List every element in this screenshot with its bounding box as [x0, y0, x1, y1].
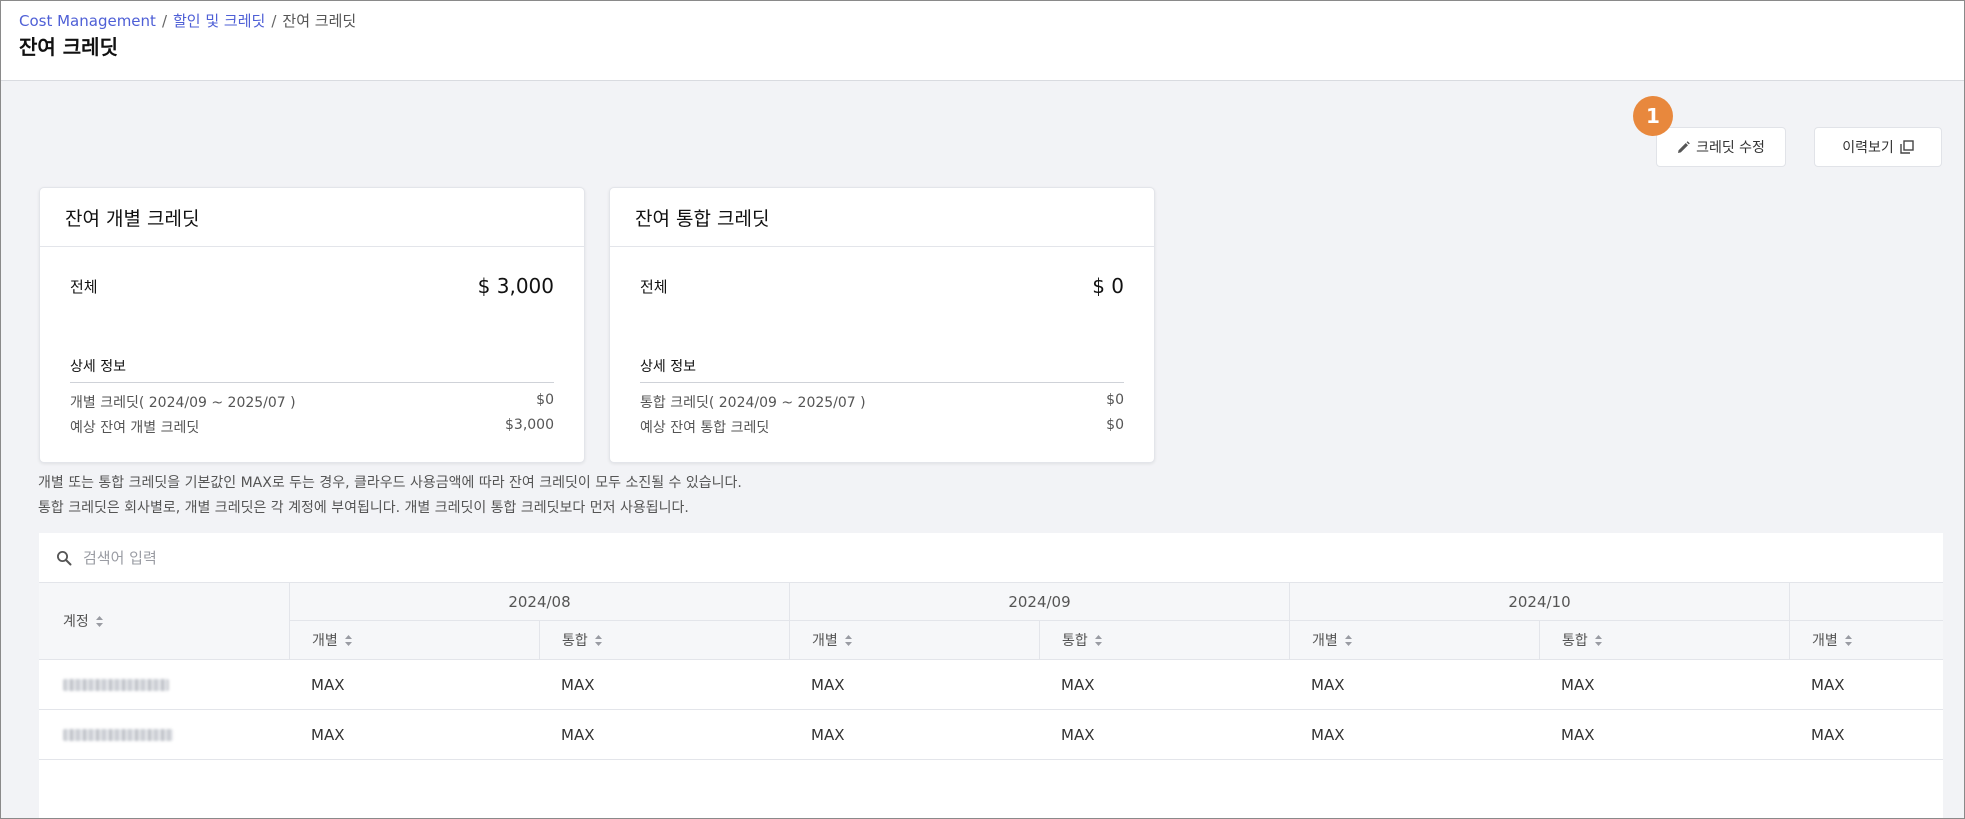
credit-table-panel: 계정 2024/08 2024/09 2024/10 개별 통합 개별 — [39, 533, 1943, 818]
detail-row: 예상 잔여 개별 크레딧 $3,000 — [70, 417, 554, 437]
account-column-header[interactable]: 계정 — [39, 583, 289, 660]
total-label: 전체 — [640, 277, 668, 296]
detail-row: 통합 크레딧( 2024/09 ~ 2025/07 ) $0 — [640, 392, 1124, 412]
credit-cell[interactable]: MAX — [1811, 710, 1844, 760]
total-value: $ 0 — [1092, 274, 1124, 298]
sub-header-individual[interactable]: 개별 — [789, 621, 1039, 660]
breadcrumb-separator: / — [161, 12, 167, 30]
table-row[interactable]: MAX MAX MAX MAX MAX MAX MAX — [39, 710, 1943, 760]
search-icon — [57, 550, 72, 565]
detail-value: $0 — [536, 392, 554, 408]
detail-row: 예상 잔여 통합 크레딧 $0 — [640, 417, 1124, 437]
sub-header-label: 통합 — [1062, 633, 1088, 649]
sub-header-individual[interactable]: 개별 — [1289, 621, 1539, 660]
detail-value: $0 — [1106, 417, 1124, 433]
detail-label: 통합 크레딧( 2024/09 ~ 2025/07 ) — [640, 395, 866, 411]
individual-credit-card: 잔여 개별 크레딧 전체 $ 3,000 상세 정보 개별 크레딧( 2024/… — [39, 187, 585, 463]
total-value: $ 3,000 — [477, 274, 554, 298]
credit-notes: 개별 또는 통합 크레딧을 기본값인 MAX로 두는 경우, 클라우드 사용금액… — [38, 471, 742, 521]
total-row: 전체 $ 3,000 — [70, 274, 554, 298]
copy-window-icon — [1900, 140, 1914, 154]
total-label: 전체 — [70, 277, 98, 296]
detail-title: 상세 정보 — [640, 356, 1124, 383]
history-button[interactable]: 이력보기 — [1814, 127, 1942, 167]
sort-icon — [1844, 634, 1852, 646]
sub-header-integrated[interactable]: 통합 — [1539, 621, 1789, 660]
credit-cell[interactable]: MAX — [311, 710, 344, 760]
note-line: 개별 또는 통합 크레딧을 기본값인 MAX로 두는 경우, 클라우드 사용금액… — [38, 475, 742, 491]
note-line: 통합 크레딧은 회사별로, 개별 크레딧은 각 계정에 부여됩니다. 개별 크레… — [38, 500, 689, 516]
month-header: 2024/09 — [789, 583, 1289, 621]
sub-header-label: 개별 — [812, 633, 838, 649]
credit-cell[interactable]: MAX — [311, 660, 344, 710]
search-bar — [39, 533, 1943, 583]
search-input[interactable] — [83, 548, 483, 567]
sort-icon — [95, 615, 103, 627]
credit-cell[interactable]: MAX — [1561, 710, 1594, 760]
detail-label: 개별 크레딧( 2024/09 ~ 2025/07 ) — [70, 395, 296, 411]
month-header: 2024/10 — [1289, 583, 1789, 621]
pencil-icon — [1678, 140, 1690, 153]
sub-header-label: 개별 — [1312, 633, 1338, 649]
credit-cell[interactable]: MAX — [561, 660, 594, 710]
sub-header-label: 통합 — [562, 633, 588, 649]
sort-icon — [1344, 634, 1352, 646]
breadcrumb-separator: / — [271, 12, 277, 30]
credit-cell[interactable]: MAX — [1061, 660, 1094, 710]
month-header — [1789, 583, 1943, 621]
account-header-label: 계정 — [63, 614, 89, 630]
edit-credit-button[interactable]: 크레딧 수정 — [1656, 127, 1786, 167]
credit-cell[interactable]: MAX — [1561, 660, 1594, 710]
integrated-credit-card: 잔여 통합 크레딧 전체 $ 0 상세 정보 통합 크레딧( 2024/09 ~… — [609, 187, 1155, 463]
credit-cell[interactable]: MAX — [561, 710, 594, 760]
page-title: 잔여 크레딧 — [19, 35, 118, 59]
sub-header-individual[interactable]: 개별 — [289, 621, 539, 660]
sort-icon — [844, 634, 852, 646]
sub-header-label: 개별 — [1812, 633, 1838, 649]
page-header: Cost Management / 할인 및 크레딧 / 잔여 크레딧 잔여 크레딧 — [1, 1, 1964, 81]
card-title: 잔여 통합 크레딧 — [610, 188, 1154, 247]
breadcrumb-current: 잔여 크레딧 — [282, 12, 357, 30]
detail-label: 예상 잔여 개별 크레딧 — [70, 420, 200, 436]
card-title: 잔여 개별 크레딧 — [40, 188, 584, 247]
credit-cell[interactable]: MAX — [1061, 710, 1094, 760]
account-cell — [63, 710, 173, 760]
detail-label: 예상 잔여 통합 크레딧 — [640, 420, 770, 436]
app-frame: Cost Management / 할인 및 크레딧 / 잔여 크레딧 잔여 크레딧 크… — [0, 0, 1965, 819]
breadcrumb-link-discount-credit[interactable]: 할인 및 크레딧 — [173, 12, 265, 30]
month-header: 2024/08 — [289, 583, 789, 621]
step-badge: 1 — [1633, 96, 1673, 136]
sort-icon — [594, 634, 602, 646]
sort-icon — [344, 634, 352, 646]
account-cell — [63, 660, 169, 710]
detail-value: $0 — [1106, 392, 1124, 408]
redacted-account-id — [63, 729, 173, 741]
sub-header-label: 개별 — [312, 633, 338, 649]
sub-header-integrated[interactable]: 통합 — [539, 621, 789, 660]
sort-icon — [1094, 634, 1102, 646]
credit-cell[interactable]: MAX — [811, 660, 844, 710]
redacted-account-id — [63, 679, 169, 691]
credit-cell[interactable]: MAX — [1811, 660, 1844, 710]
edit-credit-label: 크레딧 수정 — [1696, 140, 1765, 156]
credit-cell[interactable]: MAX — [1311, 710, 1344, 760]
breadcrumb-link-cost-management[interactable]: Cost Management — [19, 12, 156, 30]
sub-header-integrated[interactable]: 통합 — [1039, 621, 1289, 660]
credit-cell[interactable]: MAX — [1311, 660, 1344, 710]
total-row: 전체 $ 0 — [640, 274, 1124, 298]
sort-icon — [1594, 634, 1602, 646]
breadcrumb: Cost Management / 할인 및 크레딧 / 잔여 크레딧 — [19, 10, 356, 31]
credit-cell[interactable]: MAX — [811, 710, 844, 760]
sub-header-individual[interactable]: 개별 — [1789, 621, 1943, 660]
sub-header-label: 통합 — [1562, 633, 1588, 649]
detail-title: 상세 정보 — [70, 356, 554, 383]
table-row[interactable]: MAX MAX MAX MAX MAX MAX MAX — [39, 660, 1943, 710]
history-label: 이력보기 — [1842, 140, 1894, 156]
detail-value: $3,000 — [505, 417, 554, 433]
detail-row: 개별 크레딧( 2024/09 ~ 2025/07 ) $0 — [70, 392, 554, 412]
